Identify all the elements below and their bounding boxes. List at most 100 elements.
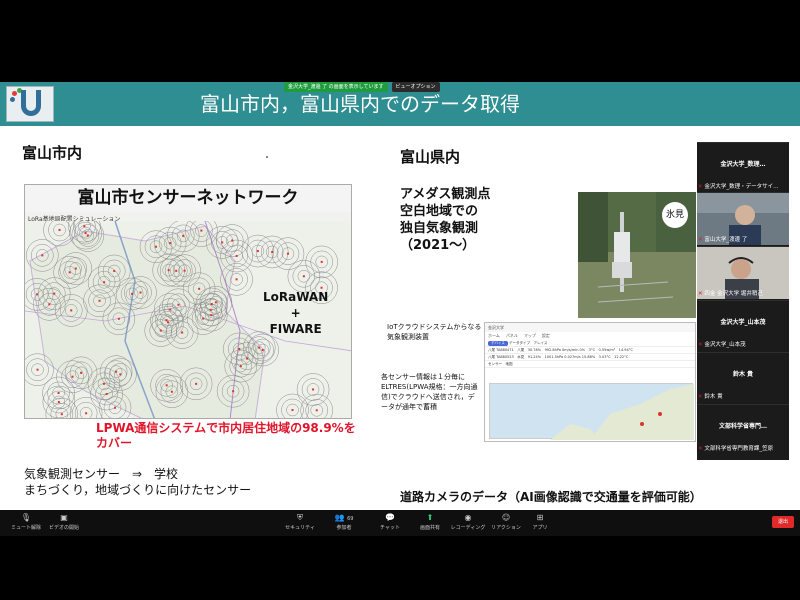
participant-label: ✕ 四金 金沢大学 堀井稍己: [698, 289, 763, 297]
dashboard-tab: マップ: [523, 333, 536, 338]
base-station-marker: [200, 229, 203, 232]
people-icon: 👥 69: [334, 513, 354, 522]
section-toyama-pref: 富山県内: [400, 148, 461, 166]
base-station-marker: [291, 408, 294, 411]
iot-cloud-text: IoTクラウドシステムからなる気象観測装置: [387, 323, 482, 341]
base-station-marker: [177, 303, 180, 306]
share-status[interactable]: 金沢大学_渡邊 了 の画面を表示しています: [284, 82, 388, 92]
base-station-marker: [221, 241, 224, 244]
participant-label: ✕ 金沢大学_山本茂: [698, 340, 788, 348]
participant-name: 鈴木 貴: [732, 371, 754, 378]
participant-label: ✕ 鈴木 貴: [698, 392, 788, 400]
dashboard-tab: 設定: [541, 333, 550, 338]
participant-label-text: 富山大学_渡邊 了: [704, 237, 748, 243]
mic-muted-icon: ✕: [698, 394, 703, 400]
participant-tile[interactable]: 金沢大学_山本茂 ✕ 金沢大学_山本茂: [697, 300, 789, 350]
participants-label: 参加者: [336, 525, 352, 531]
base-station-marker: [256, 250, 259, 253]
map-title: 富山市センサーネットワーク: [25, 185, 351, 212]
base-station-marker: [209, 308, 212, 311]
participant-label-text: 金沢大学_山本茂: [704, 342, 746, 348]
participants-count: 69: [347, 516, 354, 522]
base-station-marker: [232, 390, 235, 393]
amedas-line-3: 独自気象観測: [400, 221, 479, 236]
base-station-marker: [271, 250, 274, 253]
video-button[interactable]: ▣ ビデオの開始: [40, 513, 88, 531]
dashboard-tab: パネル: [505, 333, 518, 338]
security-label: セキュリティ: [285, 525, 315, 531]
base-station-marker: [70, 309, 73, 312]
base-station-marker: [302, 275, 305, 278]
base-station-marker: [198, 287, 201, 290]
share-banner: 金沢大学_渡邊 了 の画面を表示しています ビューオプション: [284, 82, 440, 92]
dashboard-tab: ホーム: [488, 333, 500, 338]
participant-video[interactable]: ✕ 富山大学_渡邊 了: [697, 192, 789, 245]
sensor-info-text: 各センサー情報は１分毎にELTRES(LPWA規格：一方向通信)でクラウドへ送信…: [381, 373, 478, 411]
participant-label: ✕ 富山大学_渡邊 了: [698, 235, 747, 243]
apps-label: アプリ: [532, 525, 548, 531]
shared-slide: 富山市内，富山県内でのデータ取得 富山市内 富山県内 富山市センサーネットワーク…: [0, 82, 800, 510]
base-station-marker: [183, 269, 186, 272]
base-station-marker: [286, 252, 289, 255]
slide-title: 富山市内，富山県内でのデータ取得: [200, 92, 520, 116]
base-station-marker: [117, 317, 120, 320]
base-station-marker: [86, 234, 89, 237]
participants-button[interactable]: 👥 69 参加者: [320, 513, 368, 531]
participant-label-text: 文部科学省専門教育課_笠原: [704, 446, 774, 452]
base-station-marker: [238, 347, 241, 350]
lorawan-fiware-label: LoRaWAN + FIWARE: [263, 289, 328, 337]
base-station-marker: [167, 269, 170, 272]
security-button[interactable]: ⛨ セキュリティ: [276, 513, 324, 531]
base-station-marker: [210, 314, 213, 317]
base-station-marker: [68, 271, 71, 274]
participant-name: 文部科学省専門…: [718, 423, 767, 430]
participant-name: 金沢大学_数理…: [720, 161, 766, 168]
base-station-marker: [170, 390, 173, 393]
base-station-marker: [80, 371, 83, 374]
participant-video[interactable]: ✕ 四金 金沢大学 堀井稍己: [697, 246, 789, 299]
participant-tile[interactable]: 金沢大学_数理… ✕ 金沢大学_数理・データサイ…: [697, 142, 789, 192]
mic-muted-icon: ✕: [698, 446, 703, 452]
base-station-marker: [36, 293, 39, 296]
shield-icon: ⛨: [297, 513, 303, 522]
base-station-marker: [202, 317, 205, 320]
base-station-marker: [102, 382, 105, 385]
meeting-toolbar: 🎙 ミュート解除 ▣ ビデオの開始 ⛨ セキュリティ 👥 69 参加者 💬 チャ…: [0, 510, 800, 536]
view-options-button[interactable]: ビューオプション: [391, 82, 440, 92]
base-station-marker: [175, 269, 178, 272]
weather-station-photo: 氷見: [578, 192, 696, 318]
apps-button[interactable]: ⊞ アプリ: [516, 513, 564, 531]
bullet-town-sensor: まちづくり，地域づくりに向けたセンサー: [24, 483, 252, 497]
dashboard-map-graphic: [550, 384, 694, 440]
base-station-marker: [210, 303, 213, 306]
bullet-list: 気象観測センサー ⇒ 学校 まちづくり，地域づくりに向けたセンサー: [24, 466, 251, 498]
base-station-marker: [231, 239, 234, 242]
participant-tile[interactable]: 文部科学省専門… ✕ 文部科学省専門教育課_笠原: [697, 404, 789, 454]
base-station-marker: [74, 267, 77, 270]
stray-dot: [266, 156, 268, 158]
base-station-marker: [41, 254, 44, 257]
sensor-network-map: 富山市センサーネットワーク LoRa基地局配置シミュレーション LoRaWAN …: [24, 184, 352, 419]
dashboard-map: [489, 383, 694, 440]
lpwa-coverage-text: LPWA通信システムで市内居住地域の98.9%をカバー: [96, 421, 356, 450]
zoom-window: 金沢大学_渡邊 了 の画面を表示しています ビューオプション 富山市内，富山県内…: [0, 0, 800, 600]
dashboard-data-row: 八尾 TA880523 水見 91.24% 1001.5hPa 0.027m/s…: [485, 354, 695, 361]
base-station-marker: [53, 292, 56, 295]
base-station-marker: [312, 388, 315, 391]
base-station-marker: [165, 384, 168, 387]
base-station-marker: [258, 346, 261, 349]
apps-icon: ⊞: [536, 513, 544, 522]
base-station-marker: [166, 321, 169, 324]
amedas-line-2: 空白地域での: [400, 204, 479, 219]
mic-muted-icon: ✕: [698, 291, 703, 297]
base-station-marker: [85, 412, 88, 415]
dashboard-filter-text: データタイプ アレイス: [509, 341, 548, 345]
base-station-marker: [71, 375, 74, 378]
base-station-marker: [36, 368, 39, 371]
leave-button[interactable]: 退出: [772, 516, 794, 528]
participant-label: ✕ 文部科学省専門教育課_笠原: [698, 444, 788, 452]
base-station-marker: [159, 329, 162, 332]
dashboard-map-label: センサー 地図: [485, 361, 695, 368]
participant-tile[interactable]: 鈴木 貴 ✕ 鈴木 貴: [697, 352, 789, 402]
base-station-marker: [195, 382, 198, 385]
